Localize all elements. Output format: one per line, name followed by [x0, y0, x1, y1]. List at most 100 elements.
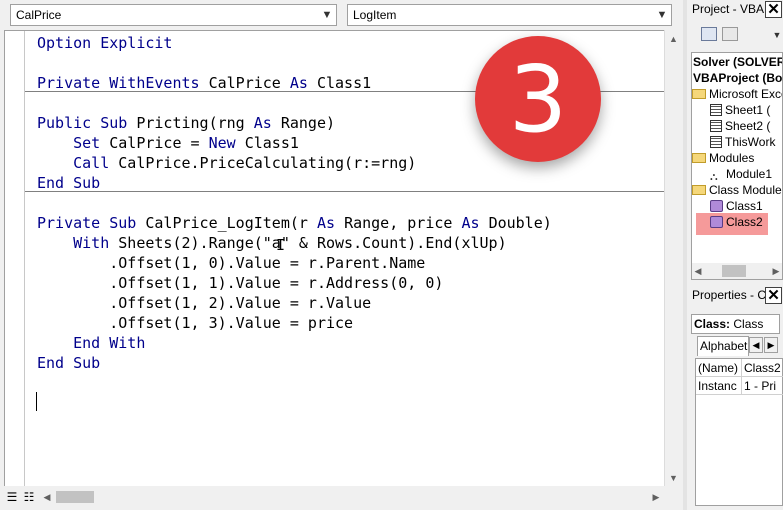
worksheet-icon: [710, 104, 722, 116]
code-line[interactable]: Private Sub CalPrice_LogItem(r As Range,…: [37, 213, 552, 233]
tree-item-class1[interactable]: Class1: [710, 198, 763, 214]
object-combo[interactable]: CalPrice ▼: [10, 4, 337, 26]
folder-icon: [692, 185, 706, 195]
tree-horizontal-scrollbar[interactable]: ◀ ▶: [692, 263, 782, 279]
code-line[interactable]: Set CalPrice = New Class1: [37, 133, 299, 153]
code-line[interactable]: .Offset(1, 1).Value = r.Address(0, 0): [37, 273, 443, 293]
scroll-left-icon[interactable]: ◀: [40, 488, 54, 506]
code-keyword: As: [253, 114, 281, 132]
folder-icon: [692, 89, 706, 99]
tree-item-sheet2[interactable]: Sheet2 (: [710, 118, 770, 134]
tab-alphabetic-label: Alphabet: [700, 339, 748, 353]
code-keyword: As: [316, 214, 345, 232]
procedure-view-icon[interactable]: ☰: [4, 489, 20, 505]
code-keyword: New: [208, 134, 245, 152]
scroll-thumb[interactable]: [56, 491, 94, 503]
scroll-left-icon[interactable]: ◀: [692, 263, 704, 279]
code-line[interactable]: End With: [37, 333, 145, 353]
property-row[interactable]: (Name) Class2: [696, 359, 783, 377]
full-module-view-icon[interactable]: ☷: [21, 489, 37, 505]
margin-indicator-bar[interactable]: [5, 31, 25, 486]
project-tree[interactable]: Solver (SOLVER VBAProject (Bo Microsoft Ex…: [691, 52, 783, 280]
chevron-down-icon[interactable]: ▼: [318, 5, 336, 25]
tree-item-modules[interactable]: Modules: [692, 150, 754, 166]
object-name-value: Class: [733, 317, 764, 331]
code-line[interactable]: With Sheets(2).Range("a" & Rows.Count).E…: [37, 233, 507, 253]
code-text: Range): [280, 114, 336, 132]
code-text: Class1: [244, 134, 299, 152]
close-icon[interactable]: ✕: [765, 1, 782, 18]
property-name: (Name): [696, 359, 742, 377]
object-type-label: Class:: [694, 317, 731, 331]
code-line[interactable]: Option Explicit: [37, 33, 172, 53]
class-module-icon: [710, 216, 723, 228]
tab-scroll-right-icon[interactable]: ▶: [764, 337, 778, 353]
chevron-down-icon[interactable]: ▼: [771, 22, 783, 48]
code-keyword: End With: [37, 334, 146, 352]
code-text: Range, price: [344, 214, 462, 232]
code-line[interactable]: Private WithEvents CalPrice As Class1: [37, 73, 371, 93]
properties-grid[interactable]: (Name) Class2 Instanc 1 - Pri: [695, 358, 783, 506]
property-row[interactable]: Instanc 1 - Pri: [696, 377, 783, 395]
properties-object-combo[interactable]: Class: Class: [691, 314, 780, 334]
code-text: Pricting(rng: [136, 114, 254, 132]
chevron-down-icon[interactable]: ▼: [653, 5, 671, 25]
scroll-down-icon[interactable]: ▼: [665, 469, 682, 486]
code-text: Class1: [316, 74, 372, 92]
project-pane-title-text: Project - VBAP: [692, 2, 773, 16]
tab-alphabetic[interactable]: Alphabet: [697, 336, 749, 356]
code-line[interactable]: Call CalPrice.PriceCalculating(r:=rng): [37, 153, 416, 173]
tree-item-module1[interactable]: ⛬ Module1: [710, 166, 772, 183]
code-keyword: Call: [37, 154, 119, 172]
tree-item-thiswork[interactable]: ThisWork: [710, 134, 775, 150]
view-code-icon[interactable]: [701, 27, 717, 41]
code-text: .Offset(1, 3).Value = price: [37, 314, 354, 332]
scroll-up-icon[interactable]: ▲: [665, 30, 682, 47]
code-window: CalPrice ▼ LogItem ▼ Option Explicit Priv…: [0, 0, 687, 510]
tree-item-label: Sheet1 (: [725, 103, 771, 117]
code-line[interactable]: .Offset(1, 0).Value = r.Parent.Name: [37, 253, 425, 273]
code-text: .Offset(1, 2).Value = r.Value: [37, 294, 372, 312]
tree-item-sheet1[interactable]: Sheet1 (: [710, 102, 770, 118]
horizontal-scrollbar[interactable]: ◀ ▶: [40, 488, 663, 506]
tree-item-class2[interactable]: Class2: [710, 214, 763, 230]
scroll-thumb[interactable]: [722, 265, 746, 277]
tree-item-vbaproject-bo[interactable]: VBAProject (Bo: [693, 70, 782, 86]
code-bottom-bar: ☰ ☷ ◀ ▶: [0, 486, 683, 508]
properties-pane-title-text: Properties - C: [692, 288, 767, 302]
code-line[interactable]: .Offset(1, 3).Value = price: [37, 313, 353, 333]
code-keyword: Public Sub: [37, 114, 137, 132]
view-object-icon[interactable]: [722, 27, 738, 41]
code-text: CalPrice: [208, 74, 290, 92]
code-line[interactable]: Public Sub Pricting(rng As Range): [37, 113, 335, 133]
step-number: 3: [508, 45, 568, 153]
scroll-right-icon[interactable]: ▶: [770, 263, 782, 279]
code-text: CalPrice_LogItem(r: [145, 214, 317, 232]
tree-item-label: Solver (SOLVER: [693, 55, 783, 69]
code-line[interactable]: .Offset(1, 2).Value = r.Value: [37, 293, 371, 313]
tree-item-microsoft-exce[interactable]: Microsoft Exce: [692, 86, 782, 102]
properties-pane-title: Properties - C ✕: [689, 286, 783, 306]
close-icon[interactable]: ✕: [765, 287, 782, 304]
vertical-scrollbar[interactable]: ▲ ▼: [664, 30, 682, 486]
code-text: CalPrice =: [109, 134, 209, 152]
property-value[interactable]: 1 - Pri: [743, 377, 783, 395]
code-line[interactable]: End Sub: [37, 173, 100, 193]
worksheet-icon: [710, 136, 722, 148]
scroll-right-icon[interactable]: ▶: [649, 488, 663, 506]
code-text: Double): [488, 214, 552, 232]
tree-item-solver-solver[interactable]: Solver (SOLVER: [693, 54, 783, 70]
procedure-combo[interactable]: LogItem ▼: [347, 4, 672, 26]
folder-icon: [692, 153, 706, 163]
tree-item-label: Modules: [709, 151, 755, 165]
step-number-badge: 3: [475, 36, 601, 162]
pane-divider[interactable]: [683, 0, 687, 510]
tree-item-class-modules[interactable]: Class Modules: [692, 182, 782, 198]
project-toolbar: [689, 22, 783, 48]
tree-item-label: Class2: [726, 215, 763, 229]
property-value[interactable]: Class2: [743, 359, 783, 377]
code-keyword: Private Sub: [37, 214, 146, 232]
code-line[interactable]: End Sub: [37, 353, 100, 373]
tab-scroll-left-icon[interactable]: ◀: [749, 337, 763, 353]
code-text: .Offset(1, 0).Value = r.Parent.Name: [37, 254, 426, 272]
